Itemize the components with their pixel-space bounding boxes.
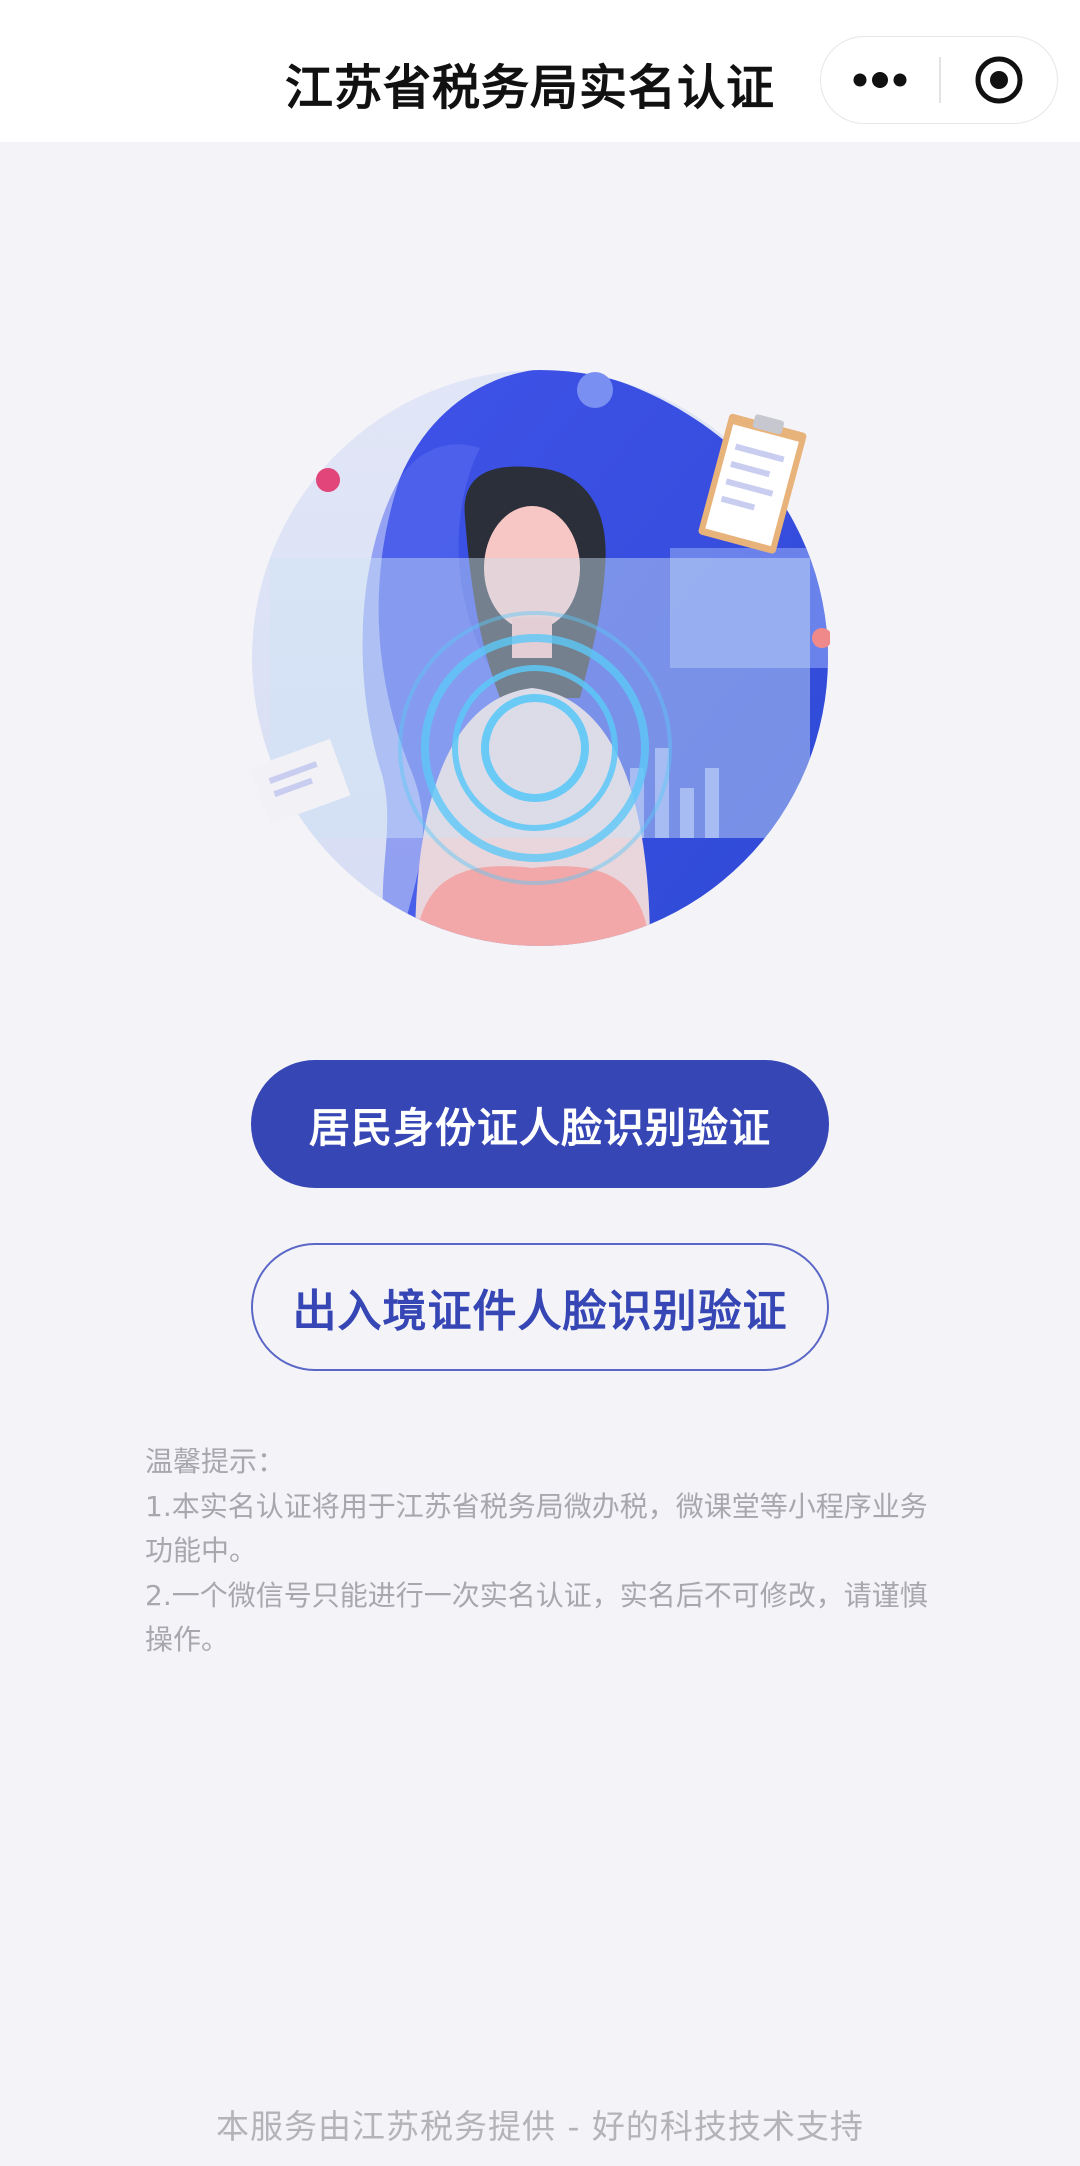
entry-exit-face-verify-button[interactable]: 出入境证件人脸识别验证 [251,1243,829,1371]
navigation-bar: 江苏省税务局实名认证 [0,0,1080,142]
tips-item-1: 1.本实名认证将用于江苏省税务局微办税，微课堂等小程序业务功能中。 [145,1489,928,1568]
more-dots-icon[interactable] [821,37,939,123]
page-title: 江苏省税务局实名认证 [285,60,776,116]
resident-id-face-verify-button[interactable]: 居民身份证人脸识别验证 [251,1060,829,1188]
face-recognition-illustration [250,368,832,948]
tips-heading: 温馨提示： [145,1445,286,1478]
footer-text: 本服务由江苏税务提供 - 好的科技技术支持 [216,2107,864,2146]
target-close-icon[interactable] [941,37,1057,123]
tips-section: 温馨提示： 1.本实名认证将用于江苏省税务局微办税，微课堂等小程序业务功能中。 … [145,1440,945,1663]
tips-item-2: 2.一个微信号只能进行一次实名认证，实名后不可修改，请谨慎操作。 [145,1578,928,1657]
miniprogram-capsule [820,36,1058,124]
